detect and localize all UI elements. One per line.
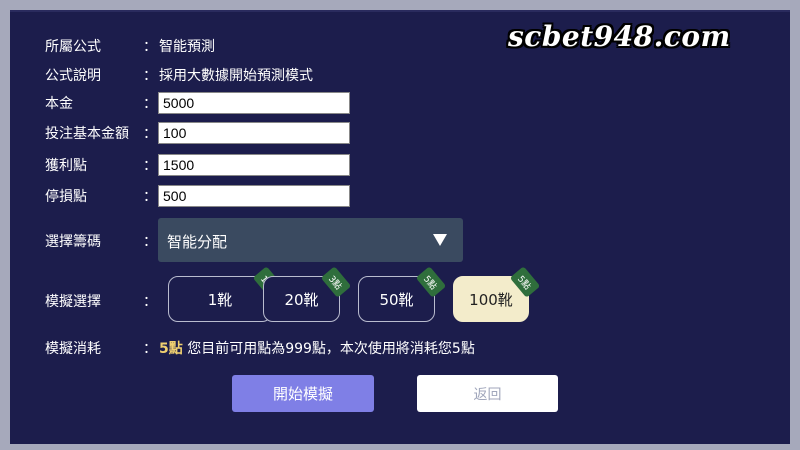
formula-colon: ： bbox=[143, 39, 157, 55]
start-simulation-button[interactable]: 開始模擬 bbox=[232, 375, 374, 412]
sim-option-label: 50靴 bbox=[379, 290, 414, 309]
sim-option-label: 20靴 bbox=[284, 290, 319, 309]
principal-input[interactable] bbox=[158, 92, 350, 114]
sim-option-label: 1靴 bbox=[207, 290, 233, 309]
consumption-colon: ： bbox=[143, 341, 157, 357]
back-button[interactable]: 返回 bbox=[417, 375, 558, 412]
desc-value: 採用大數據開始預測模式 bbox=[159, 68, 313, 84]
principal-label: 本金 bbox=[45, 96, 73, 112]
chips-colon: ： bbox=[143, 234, 157, 250]
desc-colon: ： bbox=[143, 68, 157, 84]
stop-loss-input[interactable] bbox=[158, 185, 350, 207]
cost-tag: 5點 bbox=[415, 266, 447, 298]
formula-value: 智能預測 bbox=[159, 39, 215, 55]
base-bet-label: 投注基本金額 bbox=[45, 126, 129, 142]
cost-tag: 5點 bbox=[509, 266, 541, 298]
take-profit-colon: ： bbox=[143, 158, 157, 174]
sim-option-label: 100靴 bbox=[469, 290, 513, 309]
chips-label: 選擇籌碼 bbox=[45, 234, 101, 250]
sim-option-20[interactable]: 20靴 3點 bbox=[263, 266, 352, 322]
consumption-info: 5點 您目前可用點為999點，本次使用將消耗您5點 bbox=[159, 338, 475, 358]
base-bet-input[interactable] bbox=[158, 122, 350, 144]
sim-option-1[interactable]: 1靴 1點 bbox=[168, 266, 284, 322]
formula-label: 所屬公式 bbox=[45, 39, 101, 55]
take-profit-input[interactable] bbox=[158, 154, 350, 176]
watermark-text: scbet948.com bbox=[508, 20, 731, 53]
simulation-label: 模擬選擇 bbox=[45, 294, 101, 310]
desc-label: 公式說明 bbox=[45, 68, 101, 84]
sim-option-100[interactable]: 100靴 5點 bbox=[453, 266, 541, 322]
simulation-colon: ： bbox=[143, 294, 157, 310]
consumption-points: 5點 bbox=[159, 341, 183, 357]
consumption-label: 模擬消耗 bbox=[45, 341, 101, 357]
sim-option-50[interactable]: 50靴 5點 bbox=[358, 266, 447, 322]
base-bet-colon: ： bbox=[143, 126, 157, 142]
consumption-text: 您目前可用點為999點，本次使用將消耗您5點 bbox=[182, 341, 475, 357]
stop-loss-label: 停損點 bbox=[45, 189, 87, 205]
take-profit-label: 獲利點 bbox=[45, 158, 87, 174]
chips-select[interactable]: 智能分配 bbox=[158, 218, 463, 262]
principal-colon: ： bbox=[143, 96, 157, 112]
triangle-down-icon[interactable] bbox=[417, 218, 463, 262]
stop-loss-colon: ： bbox=[143, 189, 157, 205]
chips-select-value: 智能分配 bbox=[167, 233, 228, 251]
simulation-panel: scbet948.com 所屬公式 ： 智能預測 公式說明 ： 採用大數據開始預… bbox=[10, 10, 790, 444]
cost-tag: 3點 bbox=[320, 266, 352, 298]
